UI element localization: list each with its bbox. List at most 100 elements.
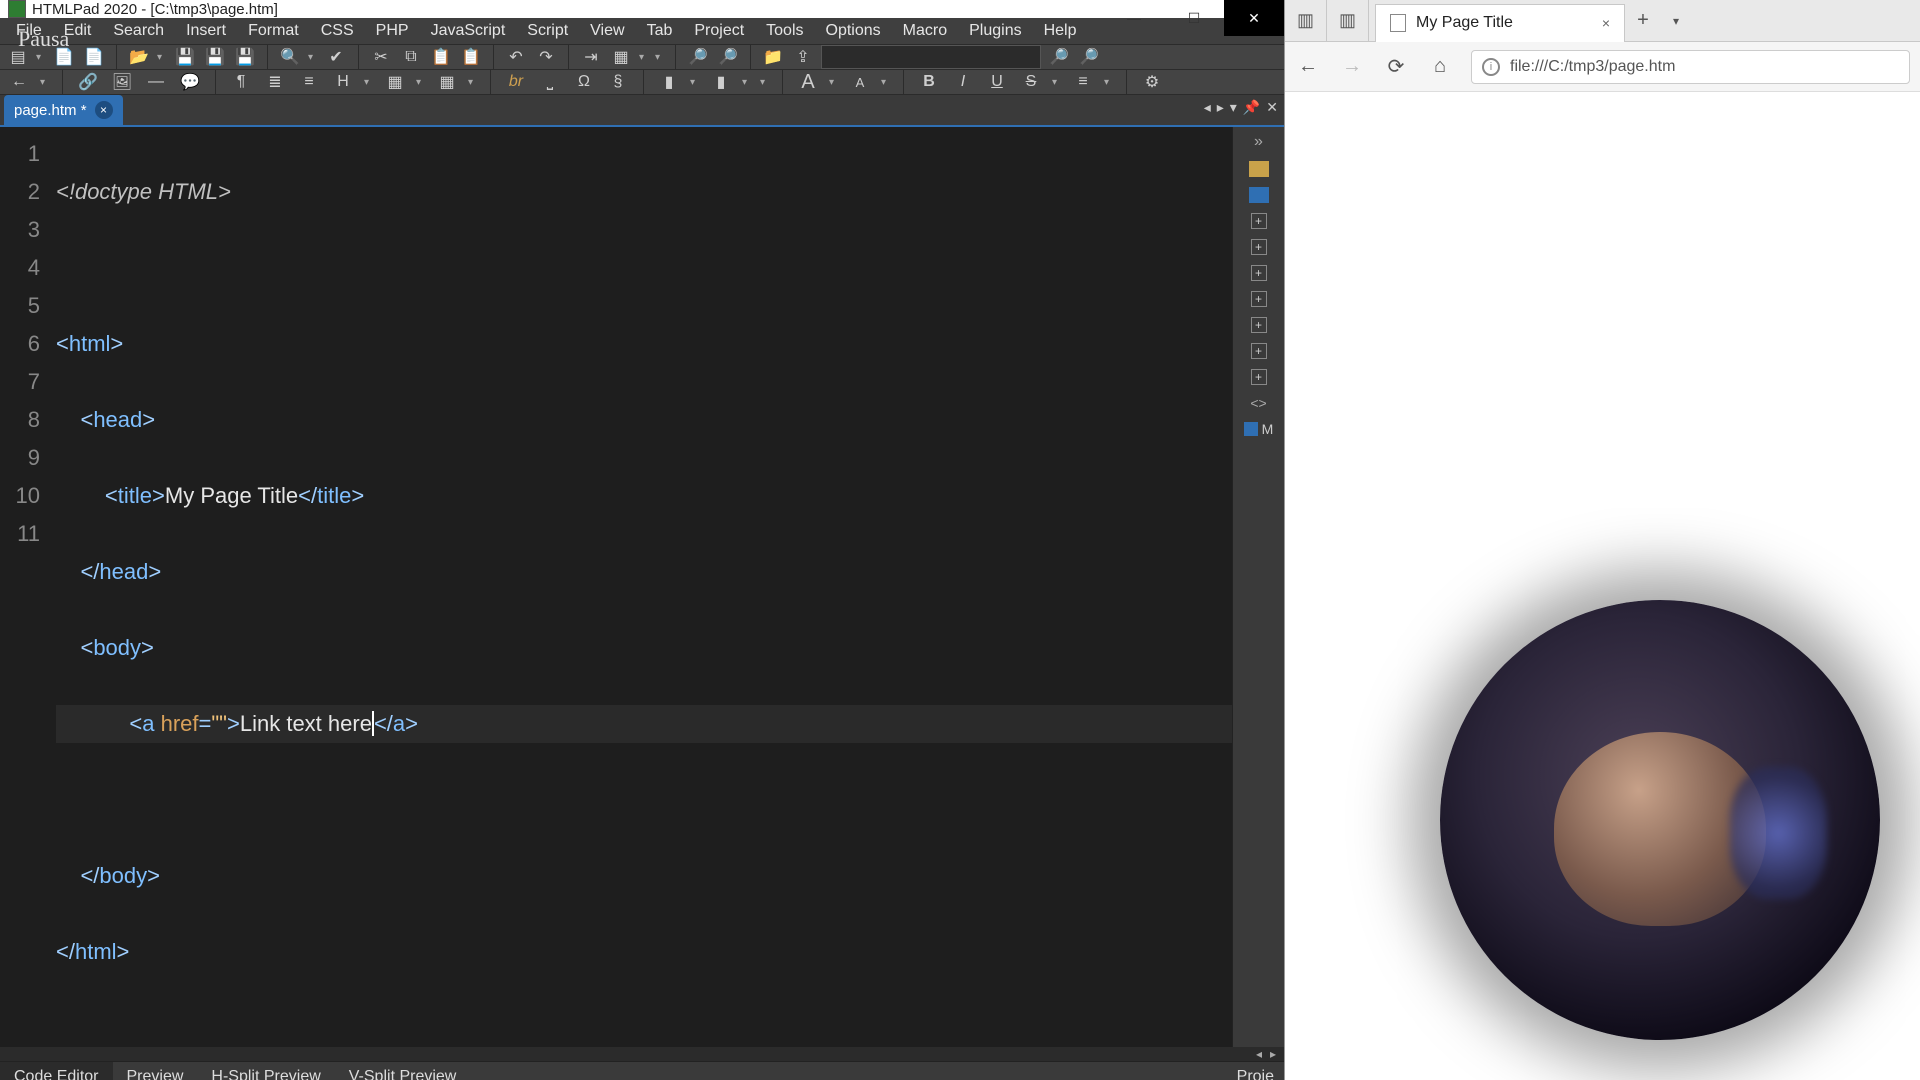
minimize-button[interactable]: — xyxy=(1104,0,1164,36)
dropdown-icon[interactable]: ▾ xyxy=(881,77,891,88)
list-ul-icon[interactable]: ≣ xyxy=(262,70,288,94)
nav-back-icon[interactable]: ← xyxy=(6,70,32,94)
bold-icon[interactable]: B xyxy=(916,70,942,94)
upload-icon[interactable]: ⇪ xyxy=(791,45,815,69)
panel-icon[interactable] xyxy=(1249,187,1269,203)
pin-icon[interactable]: 📌 xyxy=(1243,99,1260,116)
undo-icon[interactable]: ↶ xyxy=(504,45,528,69)
reload-icon[interactable]: ⟳ xyxy=(1383,54,1409,79)
omega-icon[interactable]: Ω xyxy=(571,70,597,94)
save-all-icon[interactable]: 💾 xyxy=(203,45,227,69)
tabs-dropdown-icon[interactable]: ▾ xyxy=(1661,14,1691,28)
dropdown-icon[interactable]: ▾ xyxy=(468,77,478,88)
dropdown-icon[interactable]: ▾ xyxy=(416,77,426,88)
close-all-icon[interactable]: ✕ xyxy=(1266,99,1278,116)
menu-script[interactable]: Script xyxy=(517,18,578,44)
menu-view[interactable]: View xyxy=(580,18,634,44)
task-switch-icon[interactable]: ▥ xyxy=(1327,0,1369,42)
dropdown-icon[interactable]: ▾ xyxy=(639,52,649,63)
menu-php[interactable]: PHP xyxy=(366,18,419,44)
clipboard-icon[interactable]: 📋 xyxy=(459,45,483,69)
find-prev-icon[interactable]: 🔎 xyxy=(1077,45,1101,69)
plus-icon[interactable]: + xyxy=(1251,343,1267,359)
scroll-right-icon[interactable]: ▸ xyxy=(1270,1047,1276,1061)
tab-h-split[interactable]: H-Split Preview xyxy=(197,1062,334,1080)
new-doc-icon[interactable]: 📄 xyxy=(52,45,76,69)
folder-icon[interactable] xyxy=(1249,161,1269,177)
browser-tab[interactable]: My Page Title × xyxy=(1375,4,1625,42)
dropdown-icon[interactable]: ▾ xyxy=(40,77,50,88)
image-icon[interactable]: 🖼 xyxy=(109,70,135,94)
heading-icon[interactable]: H xyxy=(330,70,356,94)
replace-icon[interactable]: 🔎 xyxy=(716,45,740,69)
menu-project[interactable]: Project xyxy=(684,18,754,44)
tab-v-split[interactable]: V-Split Preview xyxy=(335,1062,471,1080)
side-item[interactable]: M xyxy=(1244,421,1274,437)
export-icon[interactable]: 💾 xyxy=(233,45,257,69)
dropdown-icon[interactable]: ▾ xyxy=(36,52,46,63)
dropdown-icon[interactable]: ▾ xyxy=(829,77,839,88)
menu-tab[interactable]: Tab xyxy=(637,18,683,44)
align-icon[interactable]: ≡ xyxy=(1070,70,1096,94)
code-area[interactable]: <!doctype HTML> <html> <head> <title>My … xyxy=(50,127,1232,1047)
new-folder-icon[interactable]: 📄 xyxy=(82,45,106,69)
close-button[interactable]: ✕ xyxy=(1224,0,1284,36)
new-file-icon[interactable]: ▤ xyxy=(6,45,30,69)
highlight-icon[interactable]: ▮ xyxy=(656,70,682,94)
menu-edit[interactable]: Edit xyxy=(54,18,102,44)
dropdown-icon[interactable]: ▾ xyxy=(760,77,770,88)
scroll-left-icon[interactable]: ◂ xyxy=(1256,1047,1262,1061)
close-tab-icon[interactable]: × xyxy=(95,101,113,119)
plus-icon[interactable]: + xyxy=(1251,317,1267,333)
folder-icon[interactable]: 📁 xyxy=(761,45,785,69)
find-next-icon[interactable]: 🔎 xyxy=(1047,45,1071,69)
search-icon[interactable]: 🔍 xyxy=(278,45,302,69)
font-decrease-icon[interactable]: A xyxy=(847,70,873,94)
menu-plugins[interactable]: Plugins xyxy=(959,18,1031,44)
paragraph-icon[interactable]: ¶ xyxy=(228,70,254,94)
br-icon[interactable]: br xyxy=(503,70,529,94)
open-icon[interactable]: 📂 xyxy=(127,45,151,69)
menu-help[interactable]: Help xyxy=(1034,18,1087,44)
address-bar[interactable]: i file:///C:/tmp3/page.htm xyxy=(1471,50,1910,84)
dropdown-icon[interactable]: ▾ xyxy=(690,77,700,88)
link-icon[interactable]: 🔗 xyxy=(75,70,101,94)
nav-back-icon[interactable]: ← xyxy=(1295,55,1321,78)
color-icon[interactable]: ▮ xyxy=(708,70,734,94)
menu-insert[interactable]: Insert xyxy=(176,18,236,44)
code-nav-icon[interactable]: <> xyxy=(1250,395,1266,411)
maximize-button[interactable]: ☐ xyxy=(1164,0,1224,36)
close-tab-icon[interactable]: × xyxy=(1602,15,1610,31)
plus-icon[interactable]: + xyxy=(1251,369,1267,385)
plus-icon[interactable]: + xyxy=(1251,213,1267,229)
home-icon[interactable]: ⌂ xyxy=(1427,55,1453,78)
paste-icon[interactable]: 📋 xyxy=(429,45,453,69)
table-icon[interactable]: ▦ xyxy=(609,45,633,69)
font-increase-icon[interactable]: A xyxy=(795,70,821,94)
tab-prev-icon[interactable]: ◂ xyxy=(1204,99,1211,116)
tab-next-icon[interactable]: ▸ xyxy=(1217,99,1224,116)
cut-icon[interactable]: ✂ xyxy=(369,45,393,69)
nav-forward-icon[interactable]: → xyxy=(1339,55,1365,78)
find-icon[interactable]: 🔎 xyxy=(686,45,710,69)
strike-icon[interactable]: S xyxy=(1018,70,1044,94)
indent-icon[interactable]: ⇥ xyxy=(579,45,603,69)
underline-icon[interactable]: U xyxy=(984,70,1010,94)
toolbar-search-input[interactable] xyxy=(821,45,1041,69)
new-tab-button[interactable]: + xyxy=(1625,9,1661,32)
menu-format[interactable]: Format xyxy=(238,18,309,44)
dropdown-icon[interactable]: ▾ xyxy=(308,52,318,63)
gear-icon[interactable]: ⚙ xyxy=(1139,70,1165,94)
list-ol-icon[interactable]: ≡ xyxy=(296,70,322,94)
menu-search[interactable]: Search xyxy=(103,18,174,44)
tab-preview[interactable]: Preview xyxy=(113,1062,198,1080)
tab-code-editor[interactable]: Code Editor xyxy=(0,1062,113,1080)
copy-icon[interactable]: ⧉ xyxy=(399,45,423,69)
expand-icon[interactable]: » xyxy=(1254,133,1263,151)
file-tab-page[interactable]: page.htm * × xyxy=(4,95,123,125)
comment-icon[interactable]: 💬 xyxy=(177,70,203,94)
dropdown-icon[interactable]: ▾ xyxy=(1104,77,1114,88)
menu-css[interactable]: CSS xyxy=(311,18,364,44)
dropdown-icon[interactable]: ▾ xyxy=(655,52,665,63)
script-icon[interactable]: § xyxy=(605,70,631,94)
